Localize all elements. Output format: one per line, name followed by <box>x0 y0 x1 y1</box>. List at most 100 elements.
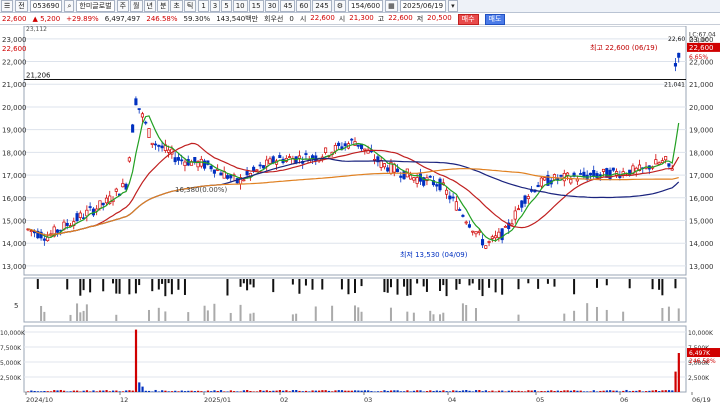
volume-bar <box>648 390 651 392</box>
minute-button[interactable]: 1 <box>198 0 209 12</box>
signal-bar <box>170 279 173 295</box>
volume-bar <box>301 391 304 392</box>
signal-bar <box>82 279 85 291</box>
signal-bar <box>527 279 530 284</box>
volume-bar <box>59 389 62 392</box>
price-tick-label: 22,000 <box>2 59 27 67</box>
signal-bar <box>134 279 137 294</box>
signal-bar <box>151 279 154 292</box>
minute-button[interactable]: 245 <box>312 0 332 12</box>
signal-bar-gray <box>406 311 409 321</box>
stock-code-input[interactable]: 053690 <box>29 0 63 12</box>
volume-bar <box>125 390 128 392</box>
period-button[interactable]: 월 <box>130 0 143 12</box>
count-input[interactable]: 154/600 <box>347 0 384 12</box>
signal-bar <box>138 279 141 286</box>
volume-bar <box>102 390 105 392</box>
settings-icon[interactable]: ⚙ <box>333 0 346 12</box>
sell-button[interactable]: 매도 <box>484 13 506 25</box>
volume-bar <box>246 390 249 392</box>
volume-bar <box>628 391 631 392</box>
candle-body <box>140 113 145 118</box>
market-select[interactable]: 전 <box>15 0 28 12</box>
minute-button[interactable]: 60 <box>296 0 312 12</box>
candle-body <box>474 231 478 235</box>
volume-bar <box>134 329 138 392</box>
candle-body <box>343 143 347 147</box>
volume-bar <box>599 390 602 392</box>
candle-body <box>402 171 406 180</box>
signal-bar <box>389 279 392 288</box>
signal-bar <box>242 279 245 284</box>
signal-bar <box>291 279 294 285</box>
candle-body <box>660 160 664 163</box>
candle-body <box>137 108 141 110</box>
signal-bar <box>177 279 180 290</box>
signal-bar <box>167 279 170 284</box>
candle-body <box>435 184 439 187</box>
date-input[interactable]: 2025/06/19 <box>399 0 447 12</box>
signal-bar-gray <box>239 304 242 321</box>
volume-bar <box>170 391 174 392</box>
candle-body <box>225 175 230 179</box>
volume-bar <box>233 391 236 392</box>
volume-bar <box>108 391 111 392</box>
candle-body <box>415 177 419 184</box>
minute-button[interactable]: 3 <box>209 0 221 12</box>
volume-bar <box>154 389 157 392</box>
calendar-icon[interactable]: ▾ <box>448 0 458 12</box>
ohlc-value: 21,300 <box>349 14 374 22</box>
x-tick-label: 2024/10 <box>26 396 53 404</box>
candle-body <box>114 188 118 192</box>
candle-body <box>75 213 79 222</box>
volume-bar <box>340 390 344 392</box>
volume-bar <box>537 391 540 392</box>
signal-bar-gray <box>667 306 670 321</box>
volume-bar <box>43 391 46 392</box>
period-button[interactable]: 년 <box>143 0 156 12</box>
menu-icon[interactable]: ☰ <box>1 0 14 12</box>
volume-bar <box>27 391 30 392</box>
left-current-tag: 22,600 <box>2 45 27 53</box>
minute-button[interactable]: 45 <box>280 0 296 12</box>
candle-body <box>278 155 282 159</box>
price-tick-label-right: 15,000 <box>689 217 714 225</box>
minute-button[interactable]: 5 <box>221 0 232 12</box>
signal-bar <box>102 279 105 292</box>
candle-body <box>484 245 488 249</box>
signal-bar-gray <box>461 303 464 321</box>
signal-bar-gray <box>389 307 392 321</box>
signal-bar <box>471 279 474 284</box>
volume-bar <box>304 390 308 392</box>
candle-body <box>153 143 158 146</box>
minute-buttons: 1 3 5 10 15 30 45 60 245 <box>198 0 332 12</box>
period-button[interactable]: 주 <box>116 0 130 12</box>
ohlc-values: 시 22,600 시 21,300 고 22,600 저 20,500 <box>300 14 452 24</box>
period-button[interactable]: 초 <box>170 0 183 12</box>
period-button[interactable]: 분 <box>156 0 170 12</box>
buy-button[interactable]: 매수 <box>457 13 479 25</box>
volume-bar <box>579 390 582 392</box>
signal-bar-gray <box>331 305 334 321</box>
candle-body <box>559 174 563 177</box>
volume-bar <box>367 390 370 392</box>
volume-bar <box>219 390 223 392</box>
chart-type-icon[interactable]: ▦ <box>385 0 398 12</box>
volume-bar <box>442 390 445 392</box>
ohlc-value: 22,600 <box>388 14 413 22</box>
signal-bar-gray <box>605 309 608 321</box>
volume-bar <box>282 390 285 392</box>
minute-button[interactable]: 15 <box>248 0 264 12</box>
volume-bar <box>622 390 625 392</box>
candle-body <box>471 230 475 233</box>
volume-bar <box>95 391 98 392</box>
search-icon[interactable]: ⌕ <box>64 0 75 12</box>
price-change-pct: +29.89% <box>66 15 99 23</box>
minute-button[interactable]: 10 <box>232 0 248 12</box>
price-tick-label-right: 16,000 <box>689 195 714 203</box>
volume-bar <box>291 390 295 392</box>
price-tick-label-right: 18,000 <box>689 149 714 157</box>
minute-button[interactable]: 30 <box>264 0 280 12</box>
period-button[interactable]: 틱 <box>183 0 197 12</box>
volume-bar <box>115 390 118 392</box>
